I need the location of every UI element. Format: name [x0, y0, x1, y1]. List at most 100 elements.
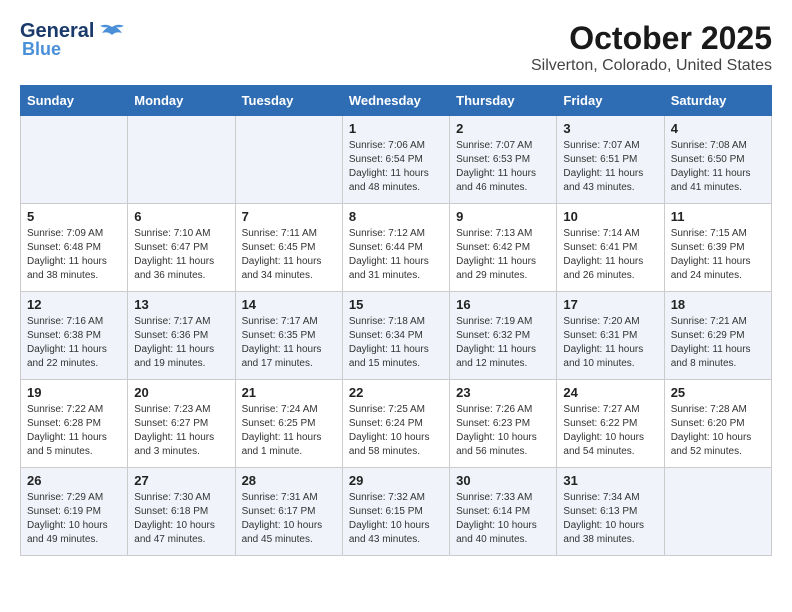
- day-number: 30: [456, 473, 550, 488]
- calendar-cell: 4 Sunrise: 7:08 AM Sunset: 6:50 PM Daylig…: [664, 116, 771, 204]
- day-info: Sunrise: 7:22 AM Sunset: 6:28 PM Dayligh…: [27, 403, 121, 459]
- day-number: 31: [563, 473, 657, 488]
- calendar-cell: 10 Sunrise: 7:14 AM Sunset: 6:41 PM Dayli…: [557, 204, 664, 292]
- day-number: 3: [563, 121, 657, 136]
- header-day-wednesday: Wednesday: [342, 86, 449, 116]
- calendar-cell: 25 Sunrise: 7:28 AM Sunset: 6:20 PM Dayli…: [664, 380, 771, 468]
- day-number: 7: [242, 209, 336, 224]
- day-info: Sunrise: 7:17 AM Sunset: 6:36 PM Dayligh…: [134, 315, 228, 371]
- calendar-cell: 21Sunrise: 7:24 AM Sunset: 6:25 PM Dayli…: [235, 380, 342, 468]
- day-number: 13: [134, 297, 228, 312]
- day-info: Sunrise: 7:28 AM Sunset: 6:20 PM Dayligh…: [671, 403, 765, 459]
- calendar-cell: 23Sunrise: 7:26 AM Sunset: 6:23 PM Dayli…: [450, 380, 557, 468]
- calendar-cell: 6 Sunrise: 7:10 AM Sunset: 6:47 PM Daylig…: [128, 204, 235, 292]
- day-number: 25: [671, 385, 765, 400]
- day-info: Sunrise: 7:16 AM Sunset: 6:38 PM Dayligh…: [27, 315, 121, 371]
- day-number: 28: [242, 473, 336, 488]
- header-day-friday: Friday: [557, 86, 664, 116]
- day-number: 9: [456, 209, 550, 224]
- day-number: 5: [27, 209, 121, 224]
- calendar-cell: 16 Sunrise: 7:19 AM Sunset: 6:32 PM Dayli…: [450, 292, 557, 380]
- day-info: Sunrise: 7:34 AM Sunset: 6:13 PM Dayligh…: [563, 491, 657, 547]
- calendar-week-row: 12 Sunrise: 7:16 AM Sunset: 6:38 PM Dayli…: [21, 292, 772, 380]
- day-info: Sunrise: 7:07 AM Sunset: 6:53 PM Dayligh…: [456, 139, 550, 195]
- logo-bird-icon: [98, 23, 126, 43]
- calendar-cell: [235, 116, 342, 204]
- logo: General Blue: [20, 20, 126, 60]
- day-info: Sunrise: 7:15 AM Sunset: 6:39 PM Dayligh…: [671, 227, 765, 283]
- day-number: 15: [349, 297, 443, 312]
- day-info: Sunrise: 7:32 AM Sunset: 6:15 PM Dayligh…: [349, 491, 443, 547]
- calendar-week-row: 5 Sunrise: 7:09 AM Sunset: 6:48 PM Daylig…: [21, 204, 772, 292]
- calendar-cell: 29 Sunrise: 7:32 AM Sunset: 6:15 PM Dayli…: [342, 468, 449, 556]
- calendar-cell: 20 Sunrise: 7:23 AM Sunset: 6:27 PM Dayli…: [128, 380, 235, 468]
- day-info: Sunrise: 7:11 AM Sunset: 6:45 PM Dayligh…: [242, 227, 336, 283]
- day-number: 8: [349, 209, 443, 224]
- day-number: 19: [27, 385, 121, 400]
- calendar-cell: [128, 116, 235, 204]
- calendar-cell: 31 Sunrise: 7:34 AM Sunset: 6:13 PM Dayli…: [557, 468, 664, 556]
- day-number: 4: [671, 121, 765, 136]
- day-info: Sunrise: 7:29 AM Sunset: 6:19 PM Dayligh…: [27, 491, 121, 547]
- calendar-cell: [664, 468, 771, 556]
- calendar-table: SundayMondayTuesdayWednesdayThursdayFrid…: [20, 85, 772, 556]
- header-day-monday: Monday: [128, 86, 235, 116]
- day-info: Sunrise: 7:14 AM Sunset: 6:41 PM Dayligh…: [563, 227, 657, 283]
- calendar-week-row: 19 Sunrise: 7:22 AM Sunset: 6:28 PM Dayli…: [21, 380, 772, 468]
- calendar-cell: 5 Sunrise: 7:09 AM Sunset: 6:48 PM Daylig…: [21, 204, 128, 292]
- day-info: Sunrise: 7:20 AM Sunset: 6:31 PM Dayligh…: [563, 315, 657, 371]
- calendar-cell: 11Sunrise: 7:15 AM Sunset: 6:39 PM Dayli…: [664, 204, 771, 292]
- day-number: 26: [27, 473, 121, 488]
- calendar-cell: 19 Sunrise: 7:22 AM Sunset: 6:28 PM Dayli…: [21, 380, 128, 468]
- day-number: 16: [456, 297, 550, 312]
- logo-blue-text: Blue: [22, 39, 61, 60]
- day-info: Sunrise: 7:19 AM Sunset: 6:32 PM Dayligh…: [456, 315, 550, 371]
- calendar-cell: 26 Sunrise: 7:29 AM Sunset: 6:19 PM Dayli…: [21, 468, 128, 556]
- day-info: Sunrise: 7:17 AM Sunset: 6:35 PM Dayligh…: [242, 315, 336, 371]
- day-info: Sunrise: 7:24 AM Sunset: 6:25 PM Dayligh…: [242, 403, 336, 459]
- calendar-cell: 18Sunrise: 7:21 AM Sunset: 6:29 PM Dayli…: [664, 292, 771, 380]
- calendar-cell: 22 Sunrise: 7:25 AM Sunset: 6:24 PM Dayli…: [342, 380, 449, 468]
- day-number: 20: [134, 385, 228, 400]
- calendar-subtitle: Silverton, Colorado, United States: [531, 57, 772, 75]
- day-info: Sunrise: 7:09 AM Sunset: 6:48 PM Dayligh…: [27, 227, 121, 283]
- calendar-cell: 9Sunrise: 7:13 AM Sunset: 6:42 PM Daylig…: [450, 204, 557, 292]
- day-info: Sunrise: 7:31 AM Sunset: 6:17 PM Dayligh…: [242, 491, 336, 547]
- header-day-saturday: Saturday: [664, 86, 771, 116]
- day-number: 2: [456, 121, 550, 136]
- day-info: Sunrise: 7:10 AM Sunset: 6:47 PM Dayligh…: [134, 227, 228, 283]
- day-number: 22: [349, 385, 443, 400]
- day-info: Sunrise: 7:26 AM Sunset: 6:23 PM Dayligh…: [456, 403, 550, 459]
- calendar-cell: [21, 116, 128, 204]
- calendar-cell: 2 Sunrise: 7:07 AM Sunset: 6:53 PM Daylig…: [450, 116, 557, 204]
- day-info: Sunrise: 7:25 AM Sunset: 6:24 PM Dayligh…: [349, 403, 443, 459]
- calendar-cell: 17 Sunrise: 7:20 AM Sunset: 6:31 PM Dayli…: [557, 292, 664, 380]
- header-day-thursday: Thursday: [450, 86, 557, 116]
- header-day-sunday: Sunday: [21, 86, 128, 116]
- day-info: Sunrise: 7:23 AM Sunset: 6:27 PM Dayligh…: [134, 403, 228, 459]
- day-number: 14: [242, 297, 336, 312]
- day-info: Sunrise: 7:33 AM Sunset: 6:14 PM Dayligh…: [456, 491, 550, 547]
- calendar-cell: 30 Sunrise: 7:33 AM Sunset: 6:14 PM Dayli…: [450, 468, 557, 556]
- day-info: Sunrise: 7:18 AM Sunset: 6:34 PM Dayligh…: [349, 315, 443, 371]
- day-number: 18: [671, 297, 765, 312]
- calendar-cell: 24Sunrise: 7:27 AM Sunset: 6:22 PM Dayli…: [557, 380, 664, 468]
- day-info: Sunrise: 7:08 AM Sunset: 6:50 PM Dayligh…: [671, 139, 765, 195]
- calendar-week-row: 26 Sunrise: 7:29 AM Sunset: 6:19 PM Dayli…: [21, 468, 772, 556]
- day-number: 12: [27, 297, 121, 312]
- day-number: 27: [134, 473, 228, 488]
- day-info: Sunrise: 7:07 AM Sunset: 6:51 PM Dayligh…: [563, 139, 657, 195]
- calendar-cell: 3 Sunrise: 7:07 AM Sunset: 6:51 PM Daylig…: [557, 116, 664, 204]
- day-number: 10: [563, 209, 657, 224]
- calendar-cell: 15 Sunrise: 7:18 AM Sunset: 6:34 PM Dayli…: [342, 292, 449, 380]
- calendar-cell: 27 Sunrise: 7:30 AM Sunset: 6:18 PM Dayli…: [128, 468, 235, 556]
- day-info: Sunrise: 7:30 AM Sunset: 6:18 PM Dayligh…: [134, 491, 228, 547]
- day-number: 29: [349, 473, 443, 488]
- calendar-title-block: October 2025 Silverton, Colorado, United…: [531, 20, 772, 75]
- day-info: Sunrise: 7:27 AM Sunset: 6:22 PM Dayligh…: [563, 403, 657, 459]
- calendar-cell: 28 Sunrise: 7:31 AM Sunset: 6:17 PM Dayli…: [235, 468, 342, 556]
- day-number: 17: [563, 297, 657, 312]
- day-number: 6: [134, 209, 228, 224]
- day-info: Sunrise: 7:06 AM Sunset: 6:54 PM Dayligh…: [349, 139, 443, 195]
- calendar-cell: 12 Sunrise: 7:16 AM Sunset: 6:38 PM Dayli…: [21, 292, 128, 380]
